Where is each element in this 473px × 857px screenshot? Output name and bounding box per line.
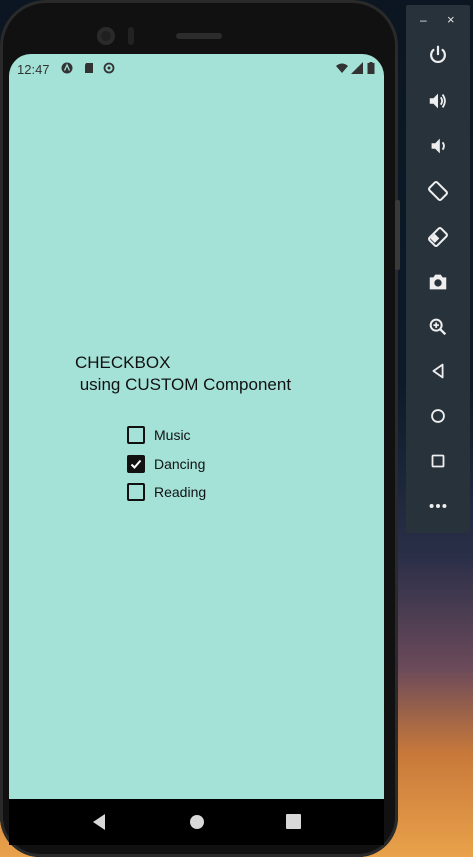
checkbox-label: Music [154, 427, 191, 443]
nav-home-icon[interactable] [189, 814, 205, 830]
app-screen: 12:47 CHECKBOX using CUSTOM Component Mu… [9, 54, 384, 799]
overview-button[interactable] [424, 447, 452, 475]
signal-icon [351, 62, 363, 74]
check-icon [130, 459, 142, 469]
checkbox-dancing[interactable]: Dancing [127, 453, 205, 475]
toolbar-window-controls: – × [406, 11, 470, 31]
close-button[interactable]: × [447, 12, 455, 27]
rotate-right-icon [428, 227, 448, 247]
nav-overview-icon[interactable] [286, 814, 301, 829]
rotate-left-icon [428, 181, 448, 201]
more-icon [429, 503, 447, 509]
android-nav-bar [9, 799, 384, 845]
status-time: 12:47 [17, 62, 50, 77]
checkbox-reading[interactable]: Reading [127, 481, 206, 503]
power-icon [430, 45, 446, 64]
front-camera [97, 27, 115, 45]
zoom-button[interactable] [424, 313, 452, 341]
page-heading: CHECKBOX using CUSTOM Component [75, 352, 291, 396]
heading-line-1: CHECKBOX [75, 353, 171, 372]
volume-down-icon [431, 138, 445, 154]
minimize-button[interactable]: – [420, 13, 427, 27]
heading-line-2: using CUSTOM Component [75, 375, 292, 394]
volume-down-button[interactable] [424, 132, 452, 160]
back-icon [432, 363, 444, 379]
sync-icon [103, 62, 115, 74]
sensor [128, 27, 134, 45]
phone-frame: 12:47 CHECKBOX using CUSTOM Component Mu… [0, 0, 398, 857]
checkbox-music[interactable]: Music [127, 424, 191, 446]
app-notification-icon [61, 62, 73, 74]
nav-back-icon[interactable] [91, 813, 107, 831]
volume-up-button[interactable] [424, 87, 452, 115]
earpiece-speaker [176, 33, 222, 39]
battery-icon [367, 62, 375, 74]
rotate-left-button[interactable] [424, 177, 452, 205]
volume-up-icon [429, 93, 446, 109]
back-button[interactable] [424, 357, 452, 385]
zoom-icon [429, 318, 447, 336]
checkbox-square[interactable] [127, 483, 145, 501]
checkbox-label: Dancing [154, 456, 206, 472]
checkbox-square[interactable] [127, 426, 145, 444]
side-button [395, 200, 400, 270]
checkbox-square-checked[interactable] [127, 455, 145, 473]
wifi-icon [336, 63, 348, 73]
sd-card-icon [85, 63, 93, 73]
screenshot-button[interactable] [424, 268, 452, 296]
home-icon [431, 409, 445, 423]
more-button[interactable] [424, 492, 452, 520]
power-button[interactable] [424, 41, 452, 69]
checkbox-label: Reading [154, 484, 207, 500]
camera-icon [429, 274, 447, 290]
emulator-toolbar: – × [406, 5, 470, 533]
overview-icon [431, 454, 445, 468]
status-bar: 12:47 [9, 54, 384, 82]
rotate-right-button[interactable] [424, 223, 452, 251]
home-button[interactable] [424, 402, 452, 430]
